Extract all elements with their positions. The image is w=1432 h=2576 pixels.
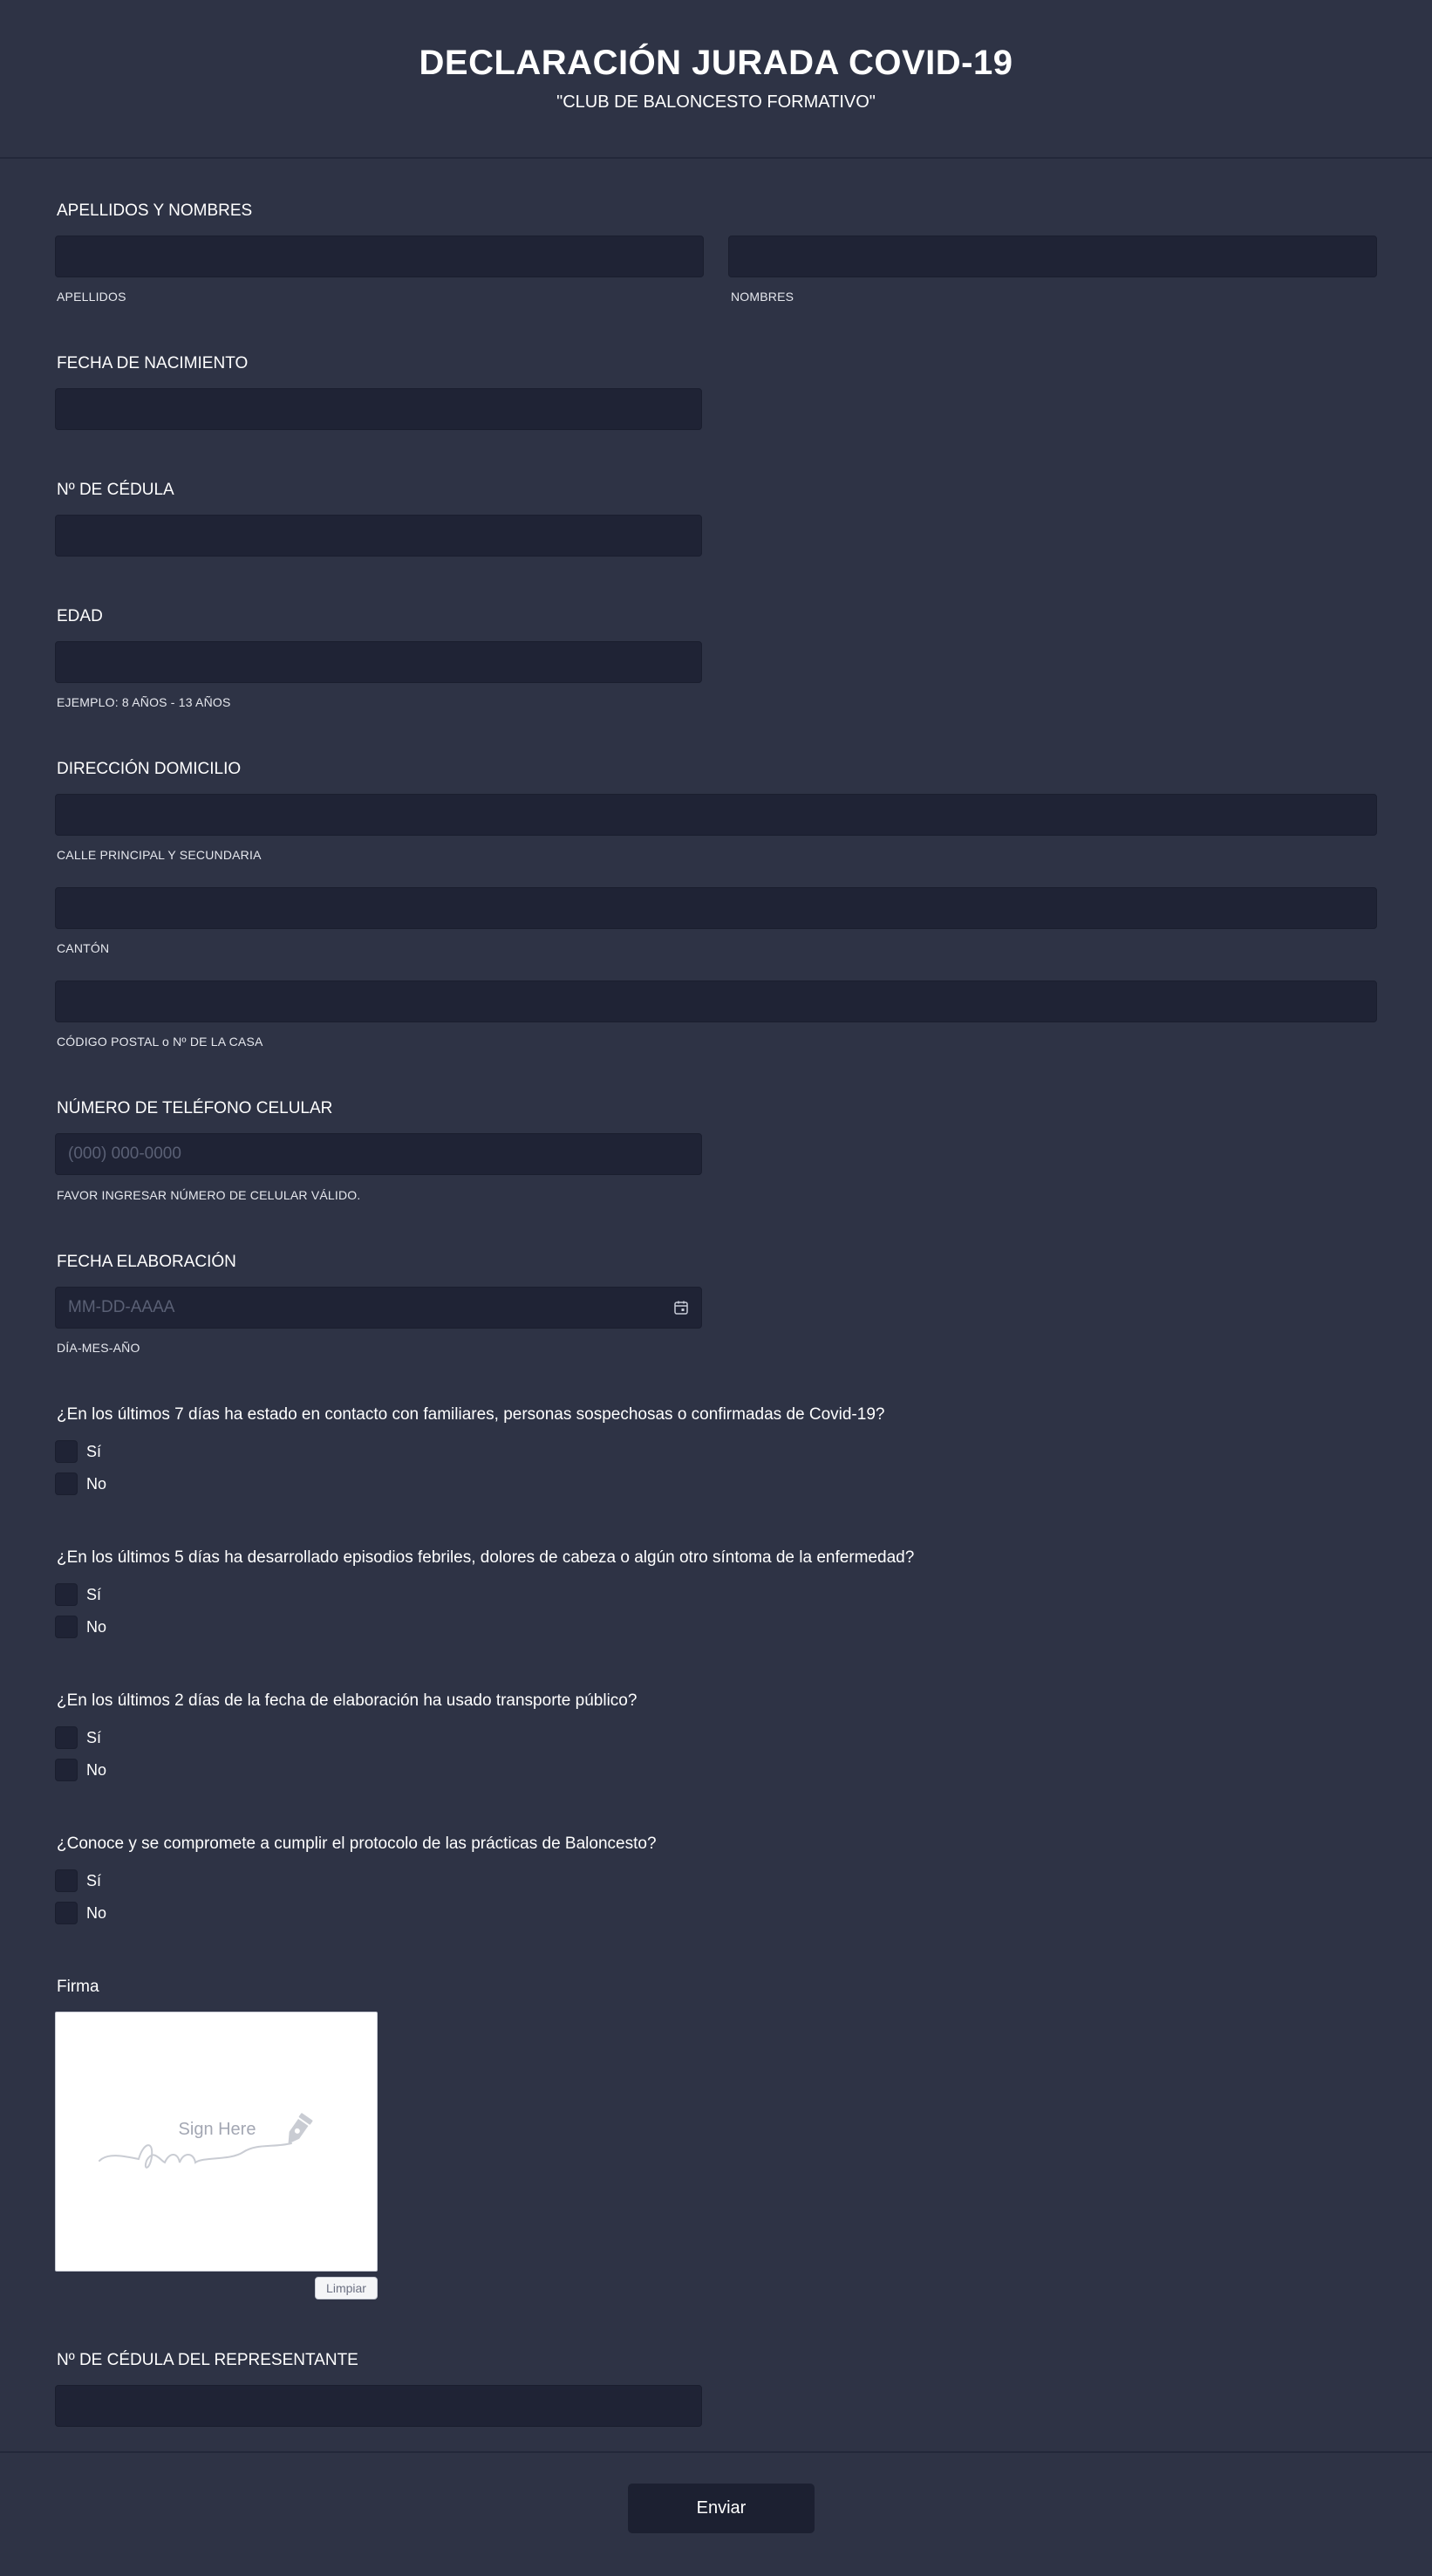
- checkbox[interactable]: [55, 1583, 78, 1606]
- option-label: Sí: [86, 1871, 102, 1889]
- checkbox[interactable]: [55, 1869, 78, 1892]
- id-number-input[interactable]: [55, 515, 702, 557]
- first-name-sublabel: NOMBRES: [731, 290, 794, 304]
- last-name-sublabel: APELLIDOS: [57, 290, 126, 304]
- rep-id-input[interactable]: [55, 2385, 702, 2427]
- checkbox[interactable]: [55, 1726, 78, 1749]
- address-canton-sublabel: CANTÓN: [57, 941, 110, 955]
- phone-label: NÚMERO DE TELÉFONO CELULAR: [57, 1099, 333, 1117]
- covid-declaration-form: DECLARACIÓN JURADA COVID-19 "CLUB DE BAL…: [0, 0, 1432, 2576]
- option-label: No: [86, 1617, 107, 1636]
- address-street-sublabel: CALLE PRINCIPAL Y SECUNDARIA: [57, 848, 262, 862]
- address-postal-input[interactable]: [55, 981, 1377, 1022]
- question-contact-option-no[interactable]: No: [55, 1472, 106, 1495]
- date-input[interactable]: [55, 1287, 702, 1329]
- form-header: DECLARACIÓN JURADA COVID-19 "CLUB DE BAL…: [0, 0, 1432, 159]
- submit-button[interactable]: Enviar: [628, 2484, 815, 2533]
- option-label: Sí: [86, 1728, 102, 1746]
- signature-placeholder-icon: Sign Here: [99, 2113, 313, 2169]
- question-transport-option-no[interactable]: No: [55, 1759, 106, 1781]
- question-transport: ¿En los últimos 2 días de la fecha de el…: [57, 1691, 638, 1710]
- signature-label: Firma: [57, 1978, 99, 1996]
- checkbox[interactable]: [55, 1472, 78, 1495]
- last-name-input[interactable]: [55, 236, 704, 277]
- signature-pad[interactable]: Sign Here: [55, 2012, 378, 2272]
- address-canton-input[interactable]: [55, 887, 1377, 929]
- id-number-label: Nº DE CÉDULA: [57, 481, 174, 499]
- checkbox[interactable]: [55, 1902, 78, 1924]
- question-protocol-option-yes[interactable]: Sí: [55, 1869, 101, 1892]
- signature-hint: Sign Here: [179, 2120, 256, 2139]
- date-sublabel: DÍA-MES-AÑO: [57, 1341, 140, 1355]
- calendar-icon[interactable]: [673, 1300, 689, 1315]
- option-label: Sí: [86, 1442, 102, 1460]
- form-title: DECLARACIÓN JURADA COVID-19: [419, 44, 1013, 82]
- first-name-input[interactable]: [728, 236, 1377, 277]
- question-protocol-option-no[interactable]: No: [55, 1902, 106, 1924]
- phone-input[interactable]: [55, 1133, 702, 1175]
- option-label: No: [86, 1903, 107, 1922]
- option-label: No: [86, 1474, 107, 1493]
- question-symptoms: ¿En los últimos 5 días ha desarrollado e…: [57, 1548, 915, 1567]
- age-input[interactable]: [55, 641, 702, 683]
- checkbox[interactable]: [55, 1759, 78, 1781]
- question-symptoms-option-yes[interactable]: Sí: [55, 1583, 101, 1606]
- birthdate-label: FECHA DE NACIMIENTO: [57, 354, 249, 372]
- rep-id-label: Nº DE CÉDULA DEL REPRESENTANTE: [57, 2351, 358, 2369]
- address-label: DIRECCIÓN DOMICILIO: [57, 760, 242, 778]
- pen-nib-icon: [288, 2113, 313, 2144]
- phone-sublabel: FAVOR INGRESAR NÚMERO DE CELULAR VÁLIDO.: [57, 1188, 361, 1202]
- age-sublabel: EJEMPLO: 8 AÑOS - 13 AÑOS: [57, 695, 231, 709]
- name-label: APELLIDOS Y NOMBRES: [57, 202, 253, 220]
- question-contact-option-yes[interactable]: Sí: [55, 1440, 101, 1463]
- clear-signature-button[interactable]: Limpiar: [315, 2277, 378, 2299]
- checkbox[interactable]: [55, 1616, 78, 1638]
- address-street-input[interactable]: [55, 794, 1377, 836]
- question-protocol: ¿Conoce y se compromete a cumplir el pro…: [57, 1835, 657, 1853]
- question-transport-option-yes[interactable]: Sí: [55, 1726, 101, 1749]
- option-label: No: [86, 1760, 107, 1779]
- question-symptoms-option-no[interactable]: No: [55, 1616, 106, 1638]
- date-label: FECHA ELABORACIÓN: [57, 1253, 236, 1271]
- form-subtitle: "CLUB DE BALONCESTO FORMATIVO": [556, 92, 876, 112]
- address-postal-sublabel: CÓDIGO POSTAL o Nº DE LA CASA: [57, 1035, 263, 1049]
- question-contact: ¿En los últimos 7 días ha estado en cont…: [57, 1405, 885, 1424]
- age-label: EDAD: [57, 607, 103, 625]
- checkbox[interactable]: [55, 1440, 78, 1463]
- birthdate-input[interactable]: [55, 388, 702, 430]
- option-label: Sí: [86, 1585, 102, 1603]
